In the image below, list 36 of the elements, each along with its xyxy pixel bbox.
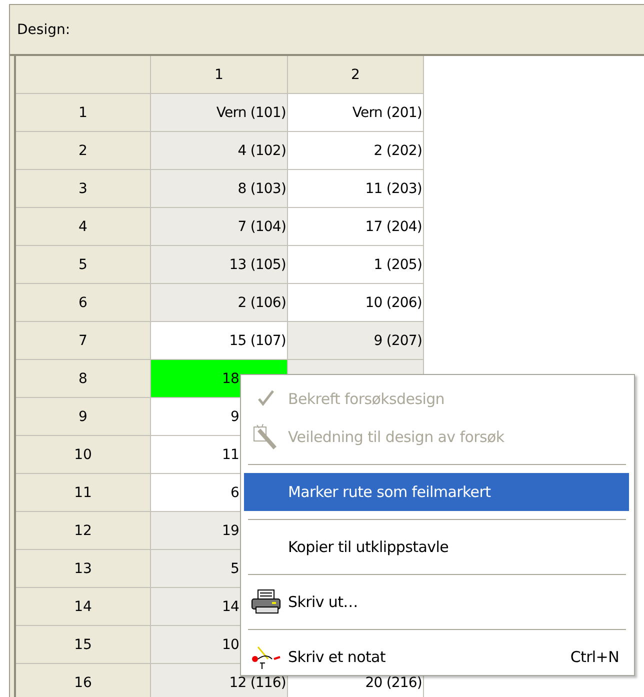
row-header: 2 xyxy=(16,132,151,170)
row-header: 11 xyxy=(16,474,151,512)
row-header: 16 xyxy=(16,664,151,697)
table-cell: 17 (204) xyxy=(288,208,424,246)
table-cell: Vern (101) xyxy=(151,94,288,132)
row-header: 1 xyxy=(16,94,151,132)
table-cell: Vern (201) xyxy=(288,94,424,132)
row-header: 10 xyxy=(16,436,151,474)
row-header: 5 xyxy=(16,246,151,284)
row-header: 9 xyxy=(16,398,151,436)
table-cell: 10 (206) xyxy=(288,284,424,322)
table-cell: 1 (205) xyxy=(288,246,424,284)
table-cell: 15 (107) xyxy=(151,322,288,360)
table-cell: 2 (106) xyxy=(151,284,288,322)
row-header: 13 xyxy=(16,550,151,588)
shortcut-label: Ctrl+N xyxy=(570,648,619,666)
column-header: 1 xyxy=(151,56,288,94)
row-header: 12 xyxy=(16,512,151,550)
row-header: 3 xyxy=(16,170,151,208)
table-cell: 9 (207) xyxy=(288,322,424,360)
table-cell: 7 (104) xyxy=(151,208,288,246)
row-header: 4 xyxy=(16,208,151,246)
panel-title: Design: xyxy=(17,22,70,38)
row-header: 7 xyxy=(16,322,151,360)
table-cell: 11 (203) xyxy=(288,170,424,208)
table-cell: 8 (103) xyxy=(151,170,288,208)
row-header: 15 xyxy=(16,626,151,664)
row-header: 6 xyxy=(16,284,151,322)
row-header: 14 xyxy=(16,588,151,626)
printer-icon xyxy=(250,588,282,616)
menu-item[interactable]: Marker rute som feilmarkert xyxy=(244,473,629,511)
column-header: 2 xyxy=(288,56,424,94)
table-cell: 4 (102) xyxy=(151,132,288,170)
row-header: 8 xyxy=(16,360,151,398)
table-cell: 2 (202) xyxy=(288,132,424,170)
table-cell: 13 (105) xyxy=(151,246,288,284)
